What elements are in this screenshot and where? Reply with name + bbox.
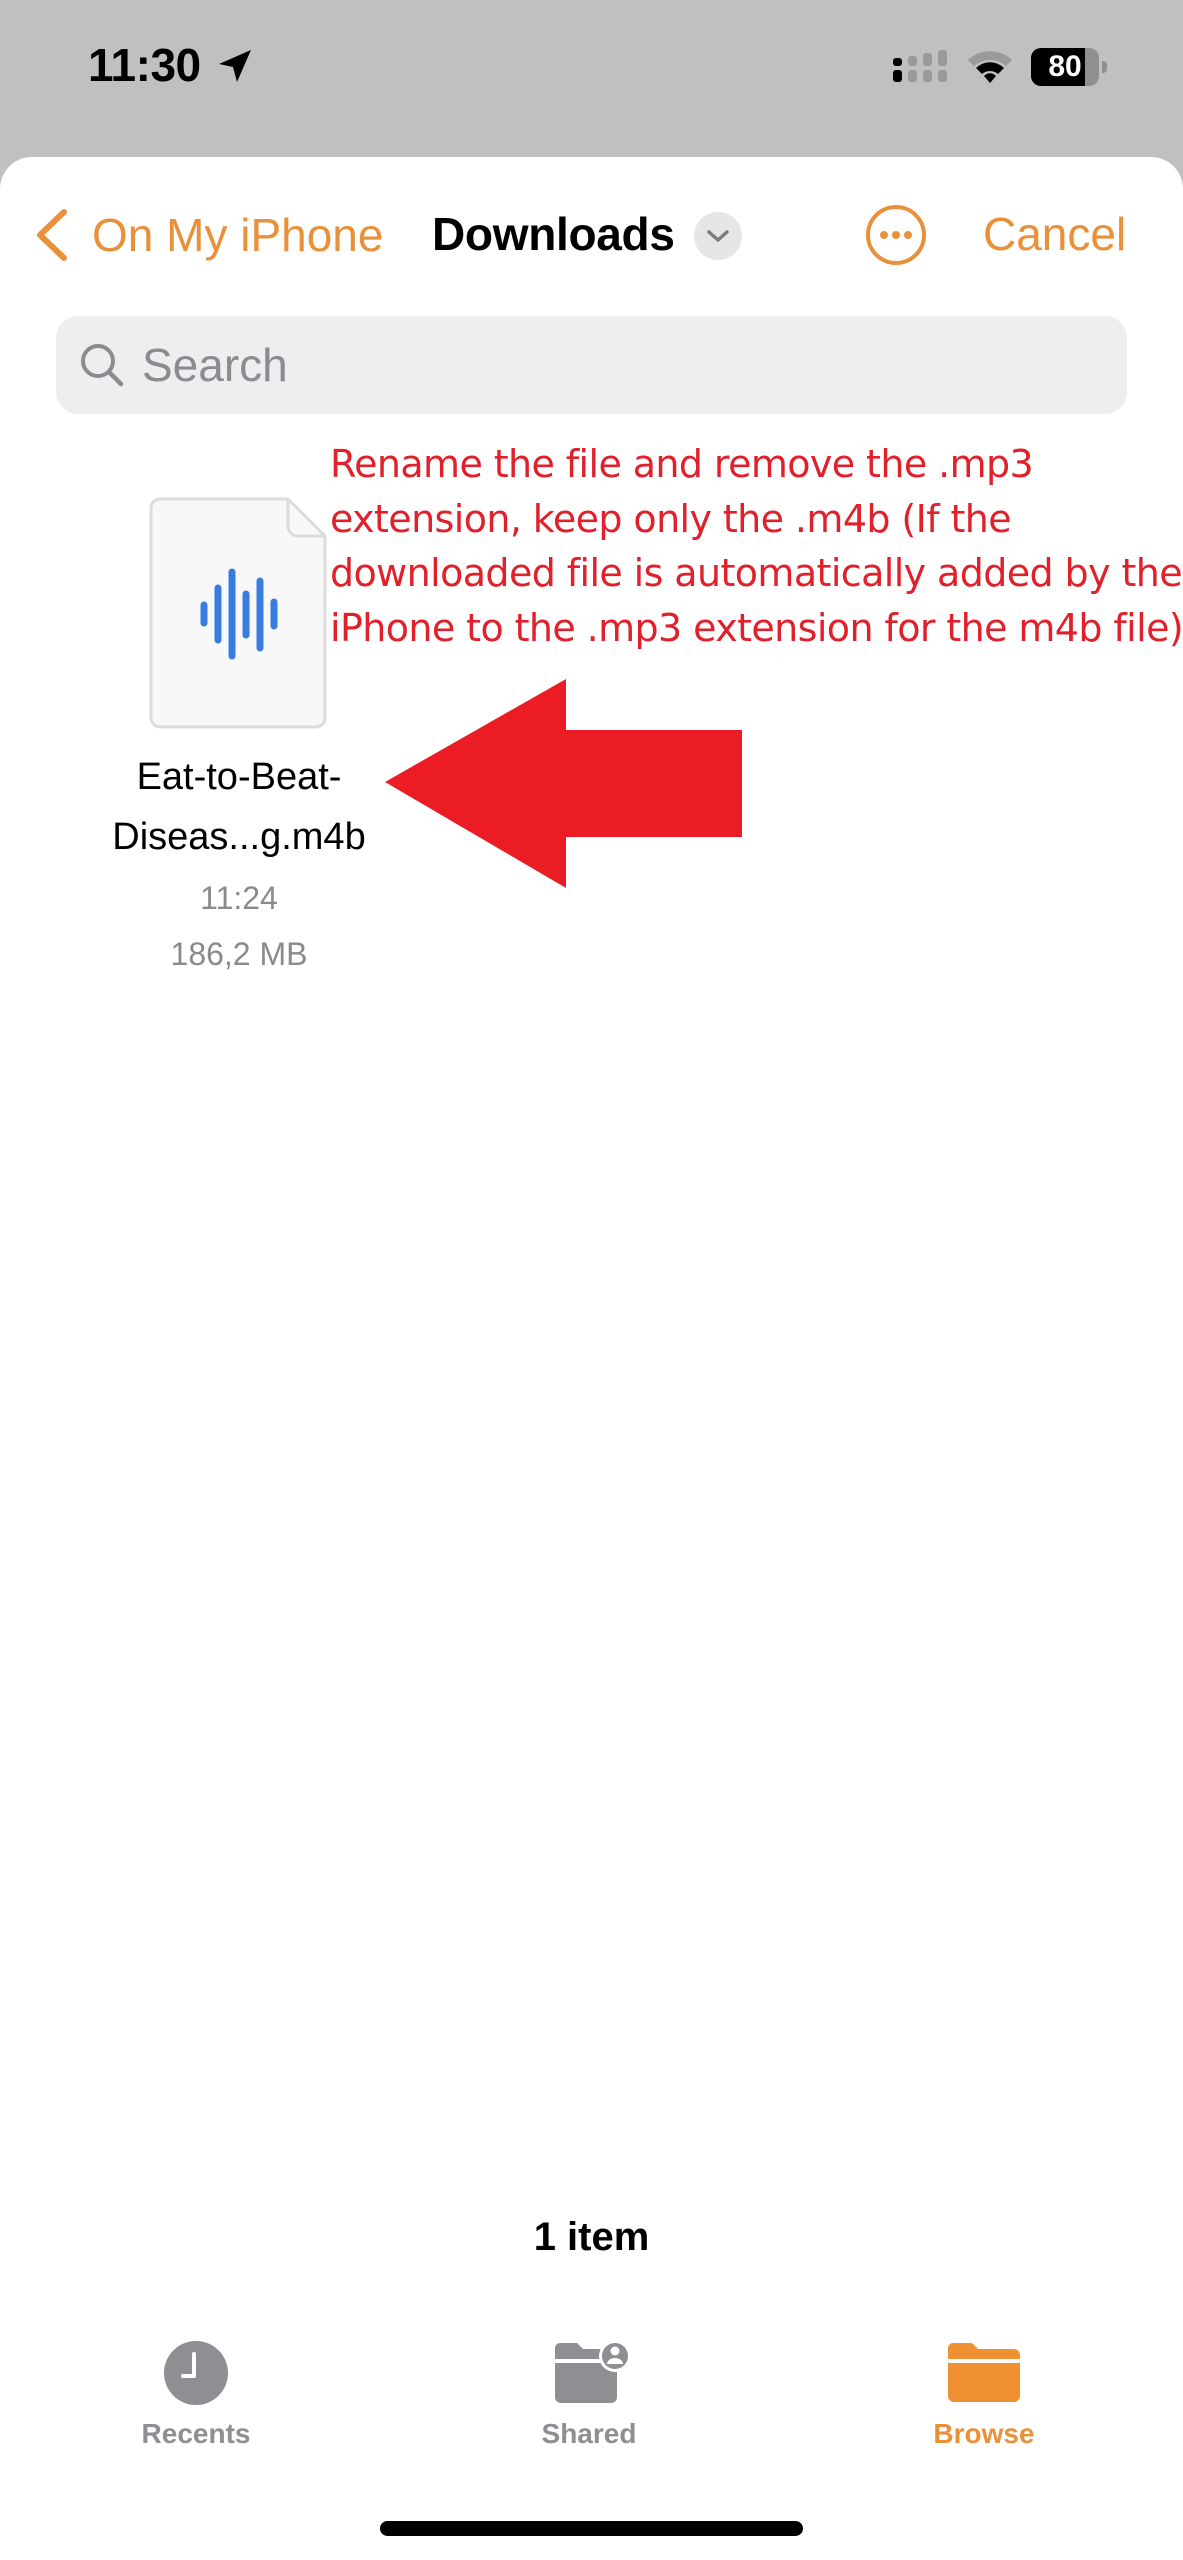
tab-label: Browse [933,2418,1035,2449]
annotation-line: Rename the file and remove the .mp3 [330,442,1034,486]
annotation-text: Rename the file and remove the .mp3 exte… [330,437,1183,655]
cellular-signal-icon [893,50,947,82]
cancel-button[interactable]: Cancel [983,207,1126,261]
ellipsis-circle-icon[interactable] [865,204,927,266]
wifi-icon [968,51,1012,83]
tab-shared[interactable]: Shared [489,2340,689,2470]
annotation-line: extension, keep only the .m4b (If the [330,496,1012,541]
file-meta: 11:24 186,2 MB [60,870,418,982]
audio-file-icon[interactable] [148,496,328,730]
tab-browse[interactable]: Browse [884,2340,1084,2470]
tab-label: Shared [541,2418,637,2449]
back-label: On My iPhone [92,209,384,261]
chevron-down-icon [707,230,729,242]
back-button[interactable]: On My iPhone [30,200,383,270]
arrow-left-icon [385,679,742,888]
clock-icon [164,2341,228,2405]
search-icon [81,344,124,387]
file-size: 186,2 MB [170,936,308,972]
battery-percent: 80 [1048,50,1082,83]
item-count: 1 item [533,2215,650,2259]
title-menu-button[interactable] [694,212,742,260]
folder-icon [948,2343,1020,2402]
search-input[interactable] [140,337,1044,393]
file-time: 11:24 [200,880,278,916]
file-name-line-2: Diseas...g.m4b [112,816,366,858]
battery-indicator: 80 [1031,48,1111,86]
shared-folder-icon [555,2340,629,2403]
annotation-line: iPhone to the .mp3 extension for the m4b… [330,605,1183,650]
status-time: 11:30 [88,39,201,91]
tab-label: Recents [141,2418,251,2449]
location-arrow-icon [219,50,251,82]
file-name-line-1: Eat-to-Beat- [136,756,342,798]
page-title[interactable]: Downloads [432,207,675,261]
home-indicator[interactable] [380,2521,803,2536]
annotation-line: downloaded file is automatically added b… [330,551,1183,595]
file-name[interactable]: Eat-to-Beat- Diseas...g.m4b [60,747,418,867]
tab-recents[interactable]: Recents [96,2340,296,2470]
search-bar[interactable] [56,316,1127,414]
chevron-left-icon [37,209,67,261]
